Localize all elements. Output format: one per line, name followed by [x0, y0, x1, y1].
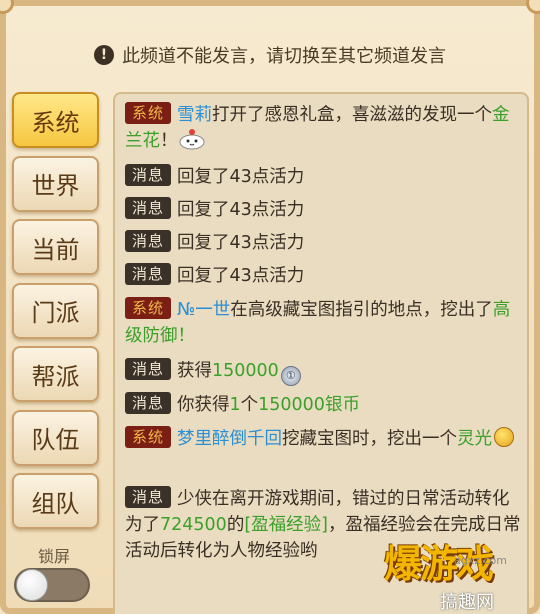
tab-team-up[interactable]: 组队	[12, 473, 99, 529]
lock-screen-label: 锁屏	[38, 547, 71, 566]
item-name[interactable]: [盈福经验]	[244, 515, 328, 535]
info-tag: 消息	[125, 358, 171, 380]
info-tag: 消息	[125, 164, 171, 186]
tab-guild[interactable]: 帮派	[12, 346, 99, 402]
info-tag: 消息	[125, 486, 171, 508]
item-name[interactable]: 150000银币	[258, 395, 360, 415]
count: 1	[229, 395, 241, 415]
player-name[interactable]: 梦里醉倒千回	[177, 429, 282, 449]
chat-message: 消息 获得150000 ①	[125, 358, 521, 386]
grin-face-icon	[494, 427, 514, 447]
info-tag: 消息	[125, 230, 171, 252]
player-name[interactable]: №一世	[177, 300, 230, 320]
chat-log[interactable]: 系统 雪莉打开了感恩礼盒，喜滋滋的发现一个金兰花！ 消息 回复了43点活力 消息 回复…	[113, 92, 529, 614]
watermark-url: agxz.com	[454, 554, 507, 567]
watermark-site: 搞趣网	[440, 592, 494, 613]
item-name[interactable]: 灵光	[457, 429, 492, 449]
notice-text: 此频道不能发言，请切换至其它频道发言	[122, 46, 446, 67]
system-tag: 系统	[125, 297, 171, 319]
info-tag: 消息	[125, 197, 171, 219]
chat-message: 系统 雪莉打开了感恩礼盒，喜滋滋的发现一个金兰花！	[125, 102, 510, 151]
chat-message: 消息 回复了43点活力	[125, 263, 521, 289]
system-tag: 系统	[125, 102, 171, 124]
tab-sect[interactable]: 门派	[12, 282, 99, 339]
toggle-knob[interactable]	[16, 569, 48, 601]
tab-world[interactable]: 世界	[12, 155, 99, 212]
info-tag: 消息	[125, 263, 171, 285]
chat-message: 系统 梦里醉倒千回挖藏宝图时，挖出一个灵光	[125, 426, 521, 452]
chat-message: 消息 回复了43点活力	[125, 197, 521, 223]
silver-coin-icon: ①	[280, 366, 301, 386]
exclamation-icon: !	[94, 45, 114, 65]
chat-message: 消息 回复了43点活力	[125, 230, 521, 256]
player-name[interactable]: 雪莉	[177, 105, 212, 125]
cloud-face-icon	[179, 129, 204, 150]
system-tag: 系统	[125, 426, 171, 448]
amount: 150000	[212, 361, 279, 381]
chat-message: 系统 №一世在高级藏宝图指引的地点，挖出了高级防御！	[125, 297, 511, 346]
chat-message: 消息 少侠在离开游戏期间，错过的日常活动转化为了724500的[盈福经验]，盈福经…	[125, 486, 521, 561]
lock-screen-toggle[interactable]	[14, 568, 90, 602]
info-tag: 消息	[125, 392, 171, 414]
channel-tabs: 系统 世界 当前 门派 帮派 队伍 组队	[12, 92, 102, 537]
amount: 724500	[160, 515, 227, 535]
chat-message: 消息 回复了43点活力	[125, 164, 521, 190]
tab-team[interactable]: 队伍	[12, 409, 99, 466]
tab-system[interactable]: 系统	[12, 92, 99, 148]
channel-notice: ! 此频道不能发言，请切换至其它频道发言	[0, 38, 540, 72]
chat-message: 消息 你获得1个150000银币	[125, 392, 521, 418]
tab-current[interactable]: 当前	[12, 219, 99, 275]
